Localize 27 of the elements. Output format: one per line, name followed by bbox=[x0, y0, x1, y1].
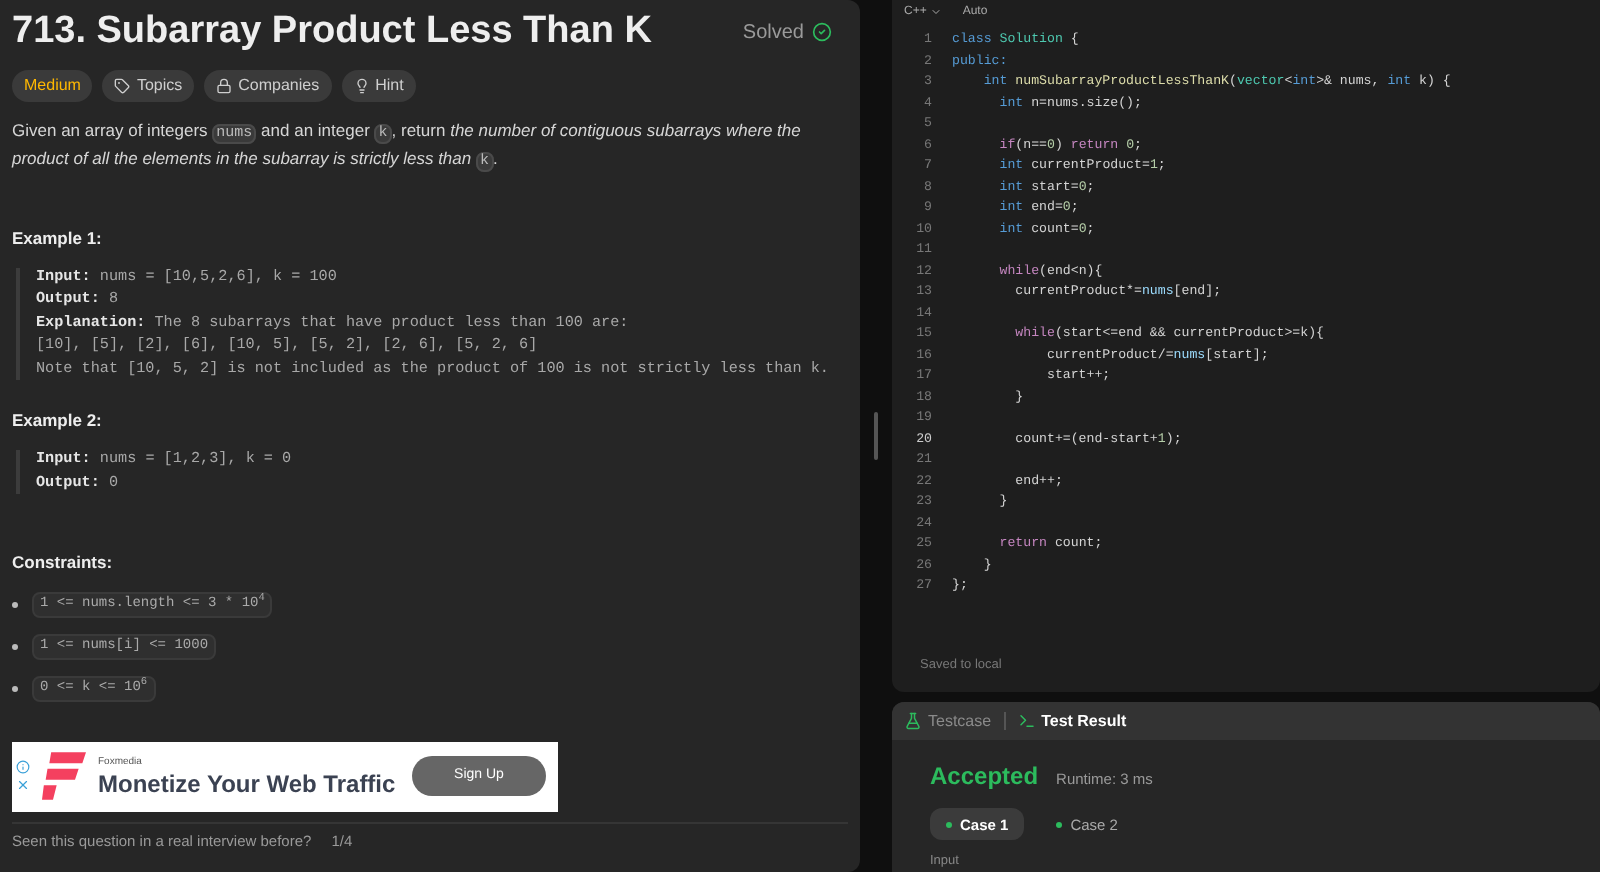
example-heading: Example 2: bbox=[12, 408, 104, 434]
panel-tab[interactable]: Testcase bbox=[904, 709, 992, 734]
solved-status: Solved bbox=[742, 17, 832, 47]
resize-handle[interactable] bbox=[874, 412, 878, 460]
logo-icon bbox=[42, 750, 86, 803]
lightbulb-icon bbox=[353, 78, 370, 94]
caret-icon bbox=[930, 6, 943, 18]
bullet-icon bbox=[12, 685, 18, 692]
panel-tab[interactable]: Test Result bbox=[1017, 709, 1127, 734]
ad-headline: Monetize Your Web Traffic bbox=[98, 771, 396, 796]
hint-button[interactable]: Hint bbox=[341, 70, 416, 102]
lock-icon bbox=[216, 78, 233, 94]
info-icon[interactable] bbox=[16, 760, 30, 775]
verdict: Accepted bbox=[930, 760, 1039, 795]
check-circle-icon bbox=[812, 22, 832, 42]
close-icon[interactable] bbox=[16, 778, 30, 793]
constraints-heading: Constraints: bbox=[12, 550, 115, 576]
example-heading: Example 1: bbox=[12, 226, 104, 252]
terminal-icon bbox=[1017, 712, 1036, 731]
difficulty-tag[interactable]: Medium bbox=[12, 70, 93, 102]
tag-icon bbox=[114, 78, 131, 94]
topics-button[interactable]: Topics bbox=[102, 70, 195, 102]
problem-title: 713. Subarray Product Less Than K bbox=[12, 8, 652, 56]
bullet-icon bbox=[12, 643, 18, 650]
flask-icon bbox=[904, 712, 922, 731]
bullet-icon bbox=[12, 601, 18, 608]
companies-button[interactable]: Companies bbox=[204, 70, 332, 102]
